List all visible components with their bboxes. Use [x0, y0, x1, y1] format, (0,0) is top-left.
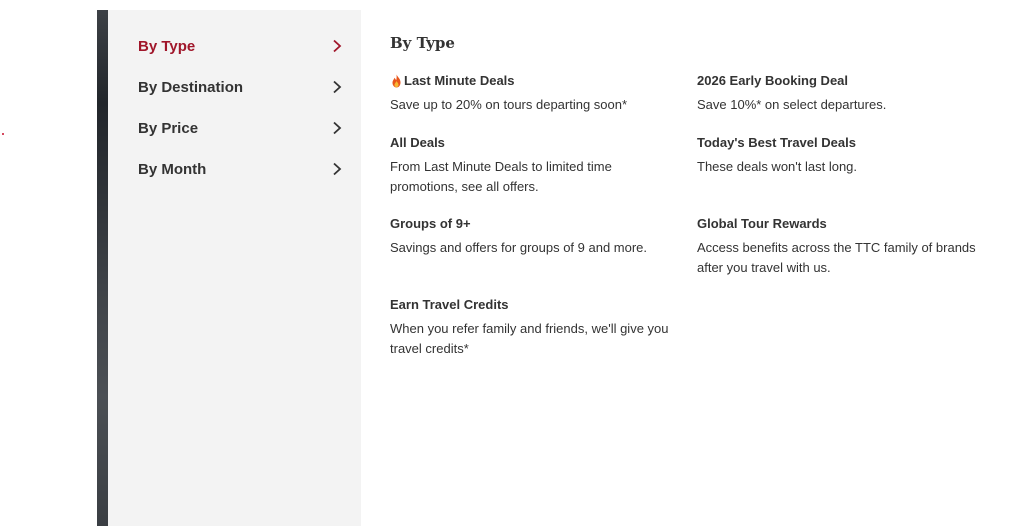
fire-icon: [390, 74, 403, 88]
section-title: By Type: [390, 34, 455, 52]
menu-item-label: By Destination: [138, 78, 244, 96]
deal-all-deals[interactable]: All Deals From Last Minute Deals to limi…: [390, 135, 670, 197]
deal-description: Save up to 20% on tours departing soon*: [390, 97, 628, 112]
menu-item-by-type[interactable]: By Type: [138, 33, 348, 59]
menu-item-by-month[interactable]: By Month: [138, 156, 348, 182]
deal-todays-best[interactable]: Today's Best Travel Deals These deals wo…: [697, 135, 977, 177]
deal-earn-travel-credits[interactable]: Earn Travel Credits When you refer famil…: [390, 297, 670, 359]
red-dot-marker: [2, 133, 4, 135]
menu-item-label: By Price: [138, 119, 199, 137]
hero-image-edge: [97, 10, 108, 526]
deal-title: Global Tour Rewards: [697, 216, 827, 231]
deal-last-minute-deals[interactable]: Last Minute Deals Save up to 20% on tour…: [390, 73, 670, 115]
chevron-right-icon: [330, 121, 344, 135]
deal-title: Groups of 9+: [390, 216, 471, 231]
deal-description: Save 10%* on select departures.: [697, 97, 887, 112]
deal-title: Earn Travel Credits: [390, 297, 509, 312]
menu-item-label: By Month: [138, 160, 207, 178]
deal-groups-of-9[interactable]: Groups of 9+ Savings and offers for grou…: [390, 216, 670, 258]
menu-item-by-destination[interactable]: By Destination: [138, 74, 348, 100]
chevron-right-icon: [330, 39, 344, 53]
deal-description: From Last Minute Deals to limited time p…: [390, 159, 612, 194]
deal-title: 2026 Early Booking Deal: [697, 73, 849, 88]
chevron-right-icon: [330, 162, 344, 176]
deals-content-panel: By Type Last Minute Deals Save up to 20%…: [361, 10, 1024, 526]
deal-description: Access benefits across the TTC family of…: [697, 240, 976, 275]
menu-item-label: By Type: [138, 37, 196, 55]
page-background-left: [0, 0, 97, 526]
deal-title: All Deals: [390, 135, 445, 150]
deal-description: When you refer family and friends, we'll…: [390, 321, 669, 356]
deal-2026-early-booking[interactable]: 2026 Early Booking Deal Save 10%* on sel…: [697, 73, 977, 115]
menu-item-by-price[interactable]: By Price: [138, 115, 348, 141]
chevron-right-icon: [330, 80, 344, 94]
header-edge: [97, 0, 1024, 10]
deals-category-menu: By Type By Destination By Price By Month: [108, 10, 361, 526]
deal-description: These deals won't last long.: [697, 159, 858, 174]
deal-title: Last Minute Deals: [404, 73, 515, 88]
deal-description: Savings and offers for groups of 9 and m…: [390, 240, 648, 255]
deal-title-row: Last Minute Deals: [390, 73, 670, 89]
deal-title: Today's Best Travel Deals: [697, 135, 856, 150]
deal-global-tour-rewards[interactable]: Global Tour Rewards Access benefits acro…: [697, 216, 977, 278]
